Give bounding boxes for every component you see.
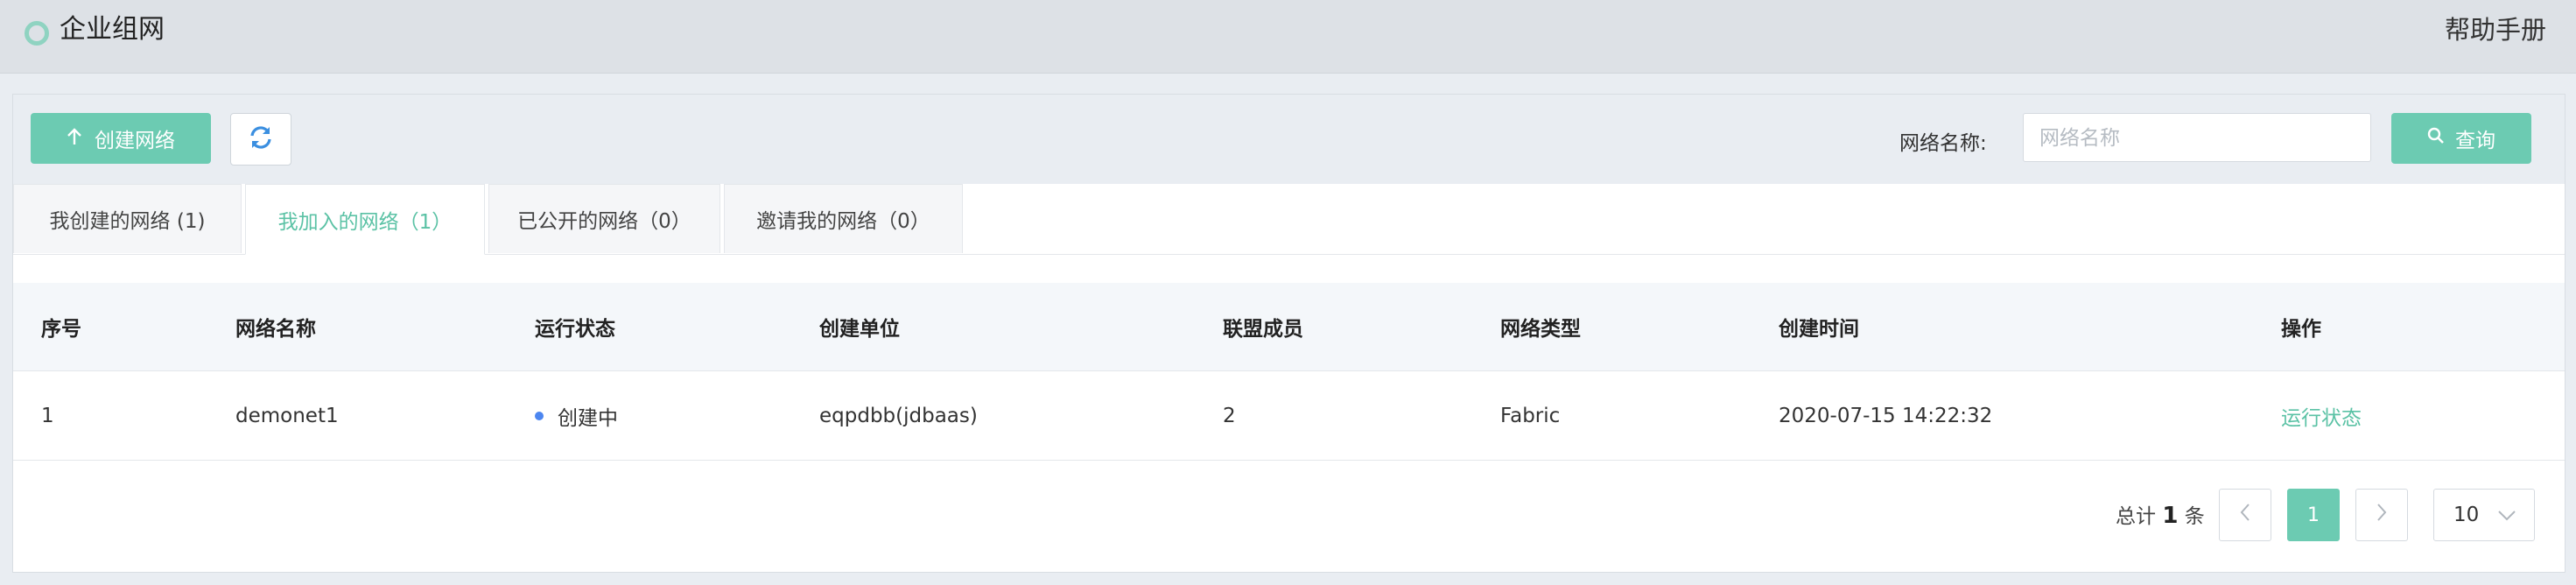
refresh-button[interactable]	[230, 113, 291, 166]
chevron-right-icon	[2376, 502, 2388, 528]
total-suffix: 条	[2184, 505, 2205, 528]
search-label: 网络名称:	[1899, 132, 1987, 155]
network-tabs: 我创建的网络 (1) 我加入的网络（1） 已公开的网络（0） 邀请我的网络（0）	[13, 184, 2565, 255]
status-dot-icon	[535, 411, 544, 420]
prev-page-button[interactable]	[2219, 489, 2271, 541]
total-prefix: 总计	[2116, 505, 2156, 528]
run-status-link[interactable]: 运行状态	[2281, 371, 2362, 460]
row-network-name: demonet1	[235, 404, 339, 427]
chevron-down-icon	[2497, 504, 2516, 532]
help-manual-link[interactable]: 帮助手册	[2445, 12, 2546, 47]
pagination: 总计 1 条 1 10	[13, 489, 2565, 543]
create-network-button[interactable]: 创建网络	[31, 113, 211, 164]
tab-invited[interactable]: 邀请我的网络（0）	[724, 184, 963, 253]
page-size-select[interactable]: 10	[2433, 489, 2535, 541]
upload-arrow-icon	[67, 126, 82, 151]
ring-logo-icon	[25, 21, 49, 46]
column-header-members: 联盟成员	[1223, 318, 1303, 341]
query-button[interactable]: 查询	[2391, 113, 2531, 164]
refresh-icon	[248, 124, 274, 154]
row-index: 1	[41, 404, 54, 427]
table-row: 1 demonet1 创建中 eqpdbb(jdbaas) 2 Fabric 2…	[13, 371, 2565, 461]
tab-public[interactable]: 已公开的网络（0）	[488, 184, 720, 253]
toolbar: 创建网络 网络名称: 查询	[13, 95, 2565, 184]
row-status: 创建中	[535, 371, 618, 460]
row-members: 2	[1223, 404, 1236, 427]
row-created: 2020-07-15 14:22:32	[1779, 404, 1993, 427]
column-header-org: 创建单位	[819, 318, 900, 341]
column-header-action: 操作	[2281, 318, 2321, 341]
column-header-status: 运行状态	[535, 318, 615, 341]
column-header-index: 序号	[41, 318, 81, 341]
row-type: Fabric	[1500, 404, 1561, 427]
query-label: 查询	[2455, 130, 2495, 152]
table-header: 序号 网络名称 运行状态 创建单位 联盟成员 网络类型 创建时间 操作	[13, 283, 2565, 371]
network-name-search-input[interactable]	[2023, 113, 2371, 162]
row-status-label: 创建中	[558, 406, 618, 430]
column-header-name: 网络名称	[235, 318, 316, 341]
tab-my-joined[interactable]: 我加入的网络（1）	[245, 184, 485, 255]
chevron-left-icon	[2239, 502, 2251, 528]
row-org: eqpdbb(jdbaas)	[819, 404, 978, 427]
search-icon	[2427, 127, 2445, 150]
page-header: 企业组网 帮助手册	[0, 0, 2576, 74]
page-1-button[interactable]: 1	[2287, 489, 2340, 541]
network-panel: 创建网络 网络名称: 查询 我创建的网络 (1) 我加入的网络（1） 已公开的网…	[12, 94, 2565, 573]
create-network-label: 创建网络	[95, 130, 175, 152]
total-count: 总计 1 条	[2116, 499, 2205, 529]
tab-my-created[interactable]: 我创建的网络 (1)	[13, 184, 242, 253]
page-size-value: 10	[2453, 504, 2480, 526]
next-page-button[interactable]	[2355, 489, 2408, 541]
total-number: 1	[2162, 503, 2179, 529]
column-header-type: 网络类型	[1500, 318, 1581, 341]
page-title: 企业组网	[60, 14, 165, 45]
column-header-created: 创建时间	[1779, 318, 1859, 341]
